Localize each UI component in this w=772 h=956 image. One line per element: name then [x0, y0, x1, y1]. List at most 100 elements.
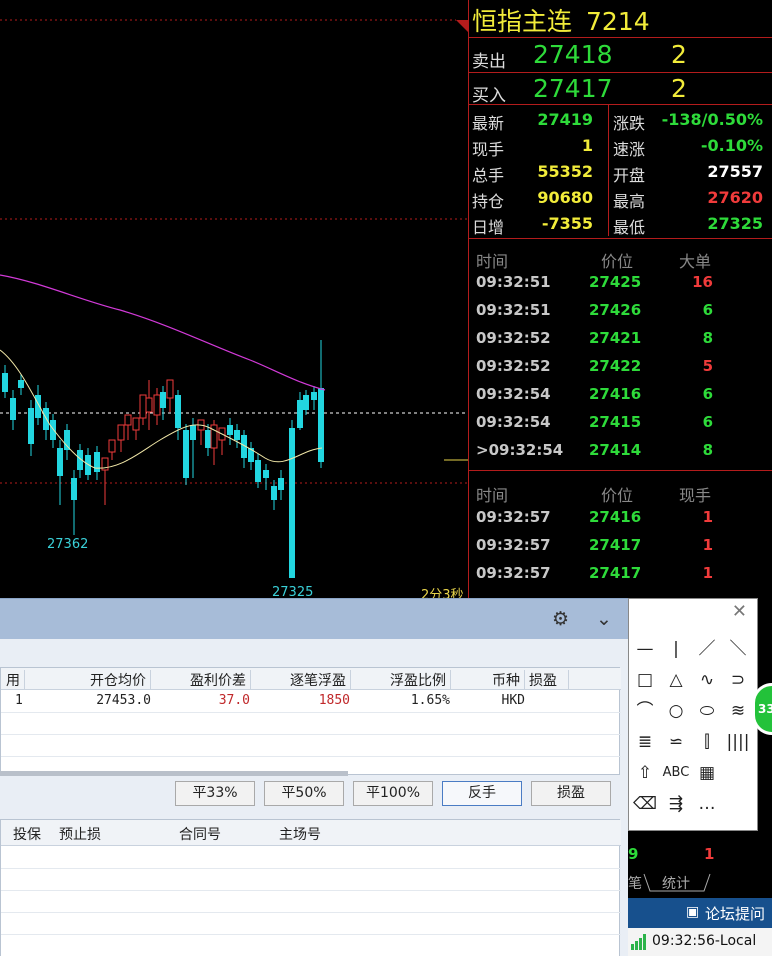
drawing-tool-icon[interactable]: ∿	[693, 667, 721, 693]
stat-value: 90680	[537, 188, 593, 207]
drawing-tool-icon[interactable]: ▦	[693, 760, 721, 786]
candle-body	[132, 417, 140, 431]
tick-header-1: 时间 价位 大单	[469, 245, 772, 271]
drawing-tool-icon[interactable]: ／	[693, 636, 721, 662]
order-table-header: 投保 预止损 合同号 主场号	[1, 820, 621, 846]
candle-body	[94, 452, 100, 472]
col-header[interactable]: 开仓均价	[25, 670, 151, 690]
grid-line	[1, 712, 621, 713]
bid-row[interactable]: 买入 27417 2	[469, 72, 772, 106]
drawing-tool-icon[interactable]: ⇶	[662, 791, 690, 817]
drawing-tool-icon[interactable]: ABC	[662, 760, 690, 786]
kline-chart[interactable]: 27362 27325 2分3秒	[0, 0, 468, 603]
gear-icon[interactable]: ⚙	[552, 608, 569, 630]
collapse-chevron-icon[interactable]: ⌄	[596, 608, 612, 630]
col-header[interactable]: 盈利价差	[151, 670, 251, 690]
cell-avg-open: 27453.0	[96, 693, 151, 708]
kline-svg[interactable]	[0, 0, 468, 600]
tick-time: 09:32:52	[476, 329, 551, 347]
drawing-tool-icon[interactable]: ○	[662, 698, 690, 724]
drawing-tool-icon[interactable]: ⬭	[693, 698, 721, 724]
col-header[interactable]: 投保	[13, 824, 41, 844]
drawing-tool-icon[interactable]: —	[631, 636, 659, 662]
close-33-button[interactable]: 平33%	[175, 781, 255, 806]
drawing-tool-icon[interactable]: ≣	[631, 729, 659, 755]
stat-value: 27419	[537, 110, 593, 129]
drawing-tool-icon[interactable]: △	[662, 667, 690, 693]
candle-body	[205, 430, 211, 448]
tick-time: 09:32:57	[476, 536, 551, 554]
tick-row: 09:32:51 27425 16	[469, 268, 772, 296]
horizontal-scrollbar[interactable]	[0, 771, 348, 776]
candle-body	[50, 420, 56, 440]
tick-price: 27416	[589, 385, 642, 403]
bid-qty: 2	[671, 74, 687, 103]
stop-profit-button[interactable]: 损盈	[531, 781, 611, 806]
stat-value: -138/0.50%	[661, 110, 763, 129]
candle-body	[234, 430, 240, 440]
col-header[interactable]: 币种	[451, 670, 525, 690]
close-100-button[interactable]: 平100%	[353, 781, 433, 806]
candle-body	[175, 395, 181, 428]
candle-body	[289, 428, 295, 578]
drawing-tool-icon[interactable]: ⊃	[724, 667, 752, 693]
drawing-tool-icon[interactable]	[724, 791, 752, 817]
forum-label: 论坛提问	[705, 905, 766, 923]
close-50-button[interactable]: 平50%	[264, 781, 344, 806]
order-table[interactable]: 投保 预止损 合同号 主场号	[0, 819, 621, 956]
candle-body	[85, 455, 91, 475]
drawing-tool-icon[interactable]: …	[693, 791, 721, 817]
tick-price: 27421	[589, 329, 642, 347]
cell-pl-ratio: 1.65%	[410, 693, 450, 708]
partial-price: 9	[628, 845, 639, 863]
close-icon[interactable]: ✕	[732, 601, 747, 622]
candle-body	[318, 388, 324, 462]
drawing-tool-icon[interactable]: ⌫	[631, 791, 659, 817]
tick-qty: 8	[702, 441, 713, 459]
tick-qty: 6	[702, 413, 713, 431]
bid-price[interactable]: 27417	[533, 74, 613, 103]
col-header[interactable]: 损盈	[525, 670, 569, 690]
drawing-tool-icon[interactable]	[724, 760, 752, 786]
ask-label: 卖出	[472, 52, 506, 72]
tick-time: 09:32:52	[476, 357, 551, 375]
reverse-button[interactable]: 反手	[442, 781, 522, 806]
drawing-tool-icon[interactable]: ＼	[724, 636, 752, 662]
ask-price[interactable]: 27418	[533, 40, 613, 69]
drawing-tool-icon[interactable]: ⌒	[631, 698, 659, 724]
tick-price: 27417	[589, 564, 642, 582]
tick-qty: 5	[702, 357, 713, 375]
tick-row: 09:32:52 27422 5	[469, 352, 772, 380]
col-header[interactable]: 用	[1, 670, 25, 690]
stats-divider	[608, 104, 609, 236]
tick-qty: 1	[702, 564, 713, 582]
col-header[interactable]: 浮盈比例	[351, 670, 451, 690]
drawing-tool-icon[interactable]: |	[662, 636, 690, 662]
drawing-tool-icon[interactable]: ||||	[724, 729, 752, 755]
divider	[469, 104, 772, 105]
col-header[interactable]: 主场号	[279, 824, 321, 844]
order-panel-header[interactable]: ⚙ ⌄	[0, 599, 628, 639]
drawing-tool-icon[interactable]: ⫿	[693, 729, 721, 755]
position-table[interactable]: 用 开仓均价 盈利价差 逐笔浮盈 浮盈比例 币种 损盈 1 27453.0 37…	[0, 667, 621, 775]
forum-question-button[interactable]: ▣ 论坛提问	[628, 898, 772, 928]
col-header[interactable]: 逐笔浮盈	[251, 670, 351, 690]
ask-row[interactable]: 卖出 27418 2	[469, 38, 772, 72]
drawing-tool-icon[interactable]: ⇧	[631, 760, 659, 786]
candle-body	[190, 425, 196, 440]
drawing-tool-icon[interactable]: ⋍	[662, 729, 690, 755]
drawing-tool-icon[interactable]: □	[631, 667, 659, 693]
tick-price: 27417	[589, 536, 642, 554]
candle-body	[160, 392, 166, 408]
candle-body	[57, 448, 63, 476]
candle-body	[297, 400, 303, 428]
drawing-tool-icon[interactable]: ≋	[724, 698, 752, 724]
col-header[interactable]: 预止损	[59, 824, 101, 844]
stat-label: 总手	[472, 166, 505, 185]
cell-currency: HKD	[501, 693, 525, 708]
candle-body	[311, 392, 317, 400]
col-header[interactable]: 合同号	[179, 824, 221, 844]
table-row[interactable]: 1 27453.0 37.0 1850 1.65% HKD	[1, 690, 621, 712]
stat-label: 最高	[613, 192, 646, 211]
candle-body	[227, 425, 233, 435]
